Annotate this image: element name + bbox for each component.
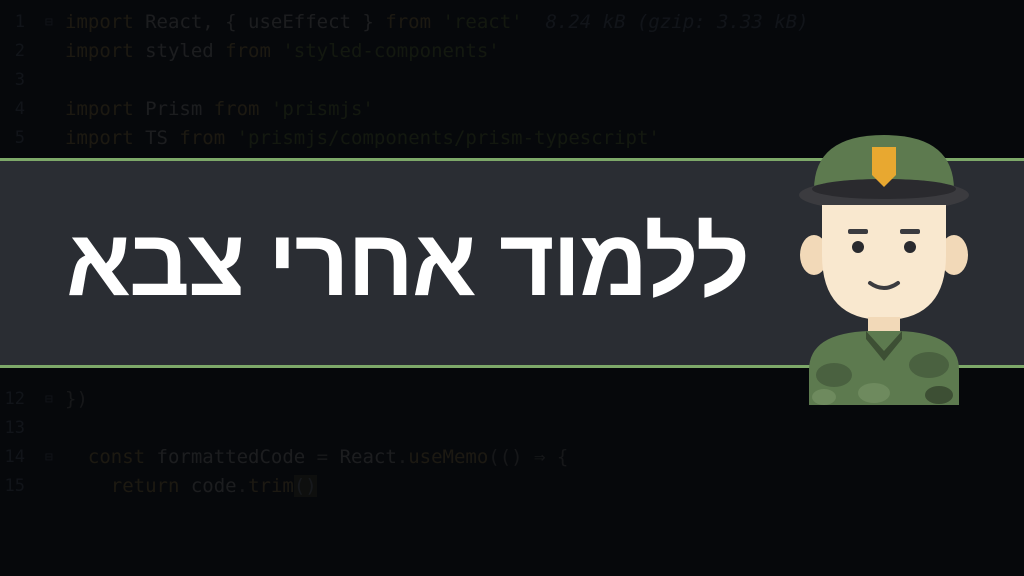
soldier-icon bbox=[774, 95, 994, 405]
banner-title: ללמוד אחרי צבא bbox=[66, 209, 748, 318]
